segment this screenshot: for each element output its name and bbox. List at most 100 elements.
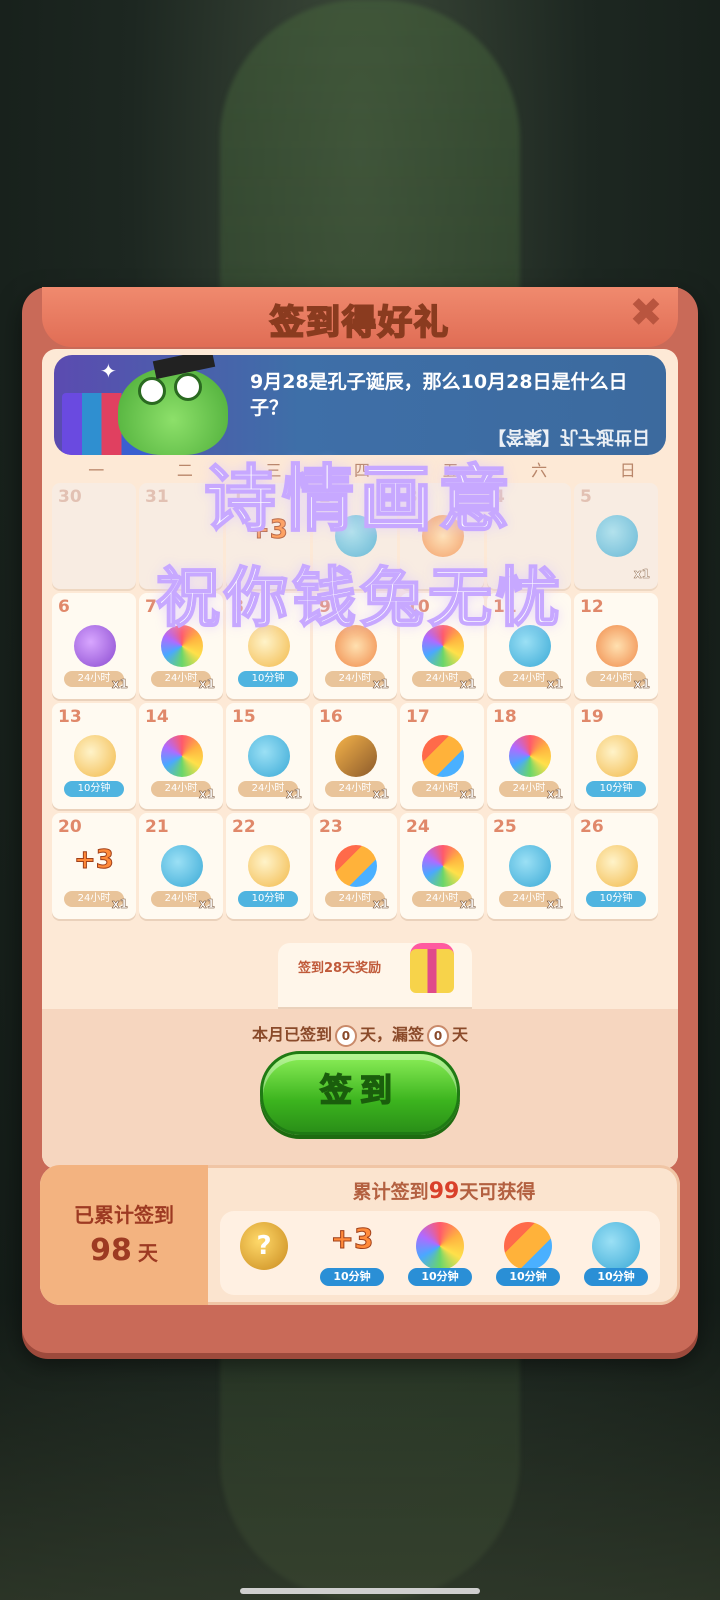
close-icon[interactable]: ✖ — [626, 293, 666, 333]
peacock-icon — [161, 625, 203, 667]
trivia-answer: 【答案】孔子逝世日 — [488, 426, 650, 447]
calendar-day-number: 23 — [319, 817, 343, 837]
dialog-title: 签到得好礼 — [269, 302, 450, 344]
calendar-day-cell[interactable]: 19 10分钟 — [574, 703, 658, 809]
reward-duration-tag: 10分钟 — [586, 891, 646, 907]
chick-icon — [596, 515, 638, 557]
cumulative-reward-item[interactable]: 10分钟 — [408, 1218, 472, 1288]
calendar-day-number: 18 — [493, 707, 517, 727]
calendar-day-number: 9 — [319, 597, 331, 617]
bottle-icon — [596, 845, 638, 887]
cumulative-summary: 已累计签到 98 天 — [40, 1165, 208, 1305]
calendar-day-cell[interactable]: 6 24小时 x1 — [52, 593, 136, 699]
calendar-day-cell[interactable]: 10 24小时 x1 — [400, 593, 484, 699]
calendar-day-number: 16 — [319, 707, 343, 727]
calendar-day-cell[interactable]: 4 — [487, 483, 571, 589]
calendar-day-number: 17 — [406, 707, 430, 727]
clock-icon — [422, 515, 464, 557]
calendar-day-number: 13 — [58, 707, 82, 727]
calendar-day-number: 6 — [58, 597, 70, 617]
cumulative-title-prefix: 累计签到 — [352, 1181, 429, 1203]
calendar-day-cell[interactable]: 5 x1 — [574, 483, 658, 589]
chick-icon — [509, 845, 551, 887]
calendar-day-cell[interactable]: 3 — [400, 483, 484, 589]
calendar-day-cell[interactable]: 22 10分钟 — [226, 813, 310, 919]
calendar-day-number: 4 — [493, 487, 505, 507]
cumulative-days-unit: 天 — [137, 1241, 158, 1265]
calendar-day-cell[interactable]: 31 — [139, 483, 223, 589]
calendar-day-number: 20 — [58, 817, 82, 837]
cumulative-reward-item[interactable]: ? — [232, 1218, 296, 1288]
reward-quantity: x1 — [198, 897, 216, 912]
calendar-day-number: 7 — [145, 597, 157, 617]
calendar-day-cell[interactable]: 7 24小时 x1 — [139, 593, 223, 699]
calendar-day-cell[interactable]: 24 24小时 x1 — [400, 813, 484, 919]
peacock-icon — [422, 625, 464, 667]
calendar-day-number: 22 — [232, 817, 256, 837]
calendar-day-number: 14 — [145, 707, 169, 727]
cumulative-reward-item[interactable]: 10分钟 — [584, 1218, 648, 1288]
peacock-icon — [509, 735, 551, 777]
chick-icon — [248, 735, 290, 777]
reward-quantity: x1 — [285, 787, 303, 802]
calendar-day-cell[interactable]: 25 24小时 x1 — [487, 813, 571, 919]
weekday-label: 六 — [531, 461, 548, 480]
calendar-day-number: 26 — [580, 817, 604, 837]
calendar-day-number: 21 — [145, 817, 169, 837]
calendar-day-cell[interactable]: 8 10分钟 — [226, 593, 310, 699]
calendar-day-cell[interactable]: 12 24小时 x1 — [574, 593, 658, 699]
reward-duration-tag: 10分钟 — [64, 781, 124, 797]
chick-icon — [592, 1222, 640, 1270]
sparkle-icon: ✦ — [100, 359, 117, 383]
rocket-icon — [335, 845, 377, 887]
calendar-day-cell[interactable]: 18 24小时 x1 — [487, 703, 571, 809]
calendar-day-cell[interactable]: 9 24小时 x1 — [313, 593, 397, 699]
cumulative-panel: 已累计签到 98 天 累计签到99天可获得 ? +3 10分钟 10分钟 10分钟 10分钟 — [40, 1165, 680, 1305]
calendar-day-cell[interactable]: 2 — [313, 483, 397, 589]
cumulative-reward-item[interactable]: +3 10分钟 — [320, 1218, 384, 1288]
calendar-day-cell[interactable]: 1 +3 — [226, 483, 310, 589]
calendar-day-cell[interactable]: 26 10分钟 — [574, 813, 658, 919]
calendar-day-number: 30 — [58, 487, 82, 507]
calendar-day-cell[interactable]: 16 24小时 x1 — [313, 703, 397, 809]
calendar-day-number: 1 — [232, 487, 244, 507]
reward-quantity: x1 — [546, 897, 564, 912]
calendar-day-number: 10 — [406, 597, 430, 617]
reward-quantity: x1 — [459, 897, 477, 912]
reward-quantity: x1 — [459, 677, 477, 692]
calendar-day-cell[interactable]: 14 24小时 x1 — [139, 703, 223, 809]
home-indicator[interactable] — [240, 1588, 480, 1594]
owl-icon — [74, 625, 116, 667]
calendar-day-cell[interactable]: 20 +3 24小时 x1 — [52, 813, 136, 919]
trivia-banner: ✦ 9月28是孔子诞辰，那么10月28日是什么日子？ 【答案】孔子逝世日 — [54, 355, 666, 455]
chick-icon — [509, 625, 551, 667]
calendar-day-cell[interactable]: 13 10分钟 — [52, 703, 136, 809]
frog-eye — [138, 377, 166, 405]
reward-quantity: x1 — [111, 897, 129, 912]
weekday-label: 一 — [88, 461, 105, 480]
reward-quantity: x1 — [372, 677, 390, 692]
calendar-day-cell[interactable]: 11 24小时 x1 — [487, 593, 571, 699]
cumulative-rewards: ? +3 10分钟 10分钟 10分钟 10分钟 — [220, 1211, 660, 1295]
chick-icon — [335, 515, 377, 557]
cumulative-title-suffix: 天可获得 — [459, 1181, 536, 1203]
calendar-day-cell[interactable]: 23 24小时 x1 — [313, 813, 397, 919]
weekday-label: 二 — [176, 461, 193, 480]
reward-duration-tag: 10分钟 — [496, 1268, 560, 1286]
day28-reward-label: 签到28天奖励 — [298, 961, 382, 976]
calendar-day-number: 2 — [319, 487, 331, 507]
cumulative-reward-item[interactable]: 10分钟 — [496, 1218, 560, 1288]
clock-icon — [596, 625, 638, 667]
signin-dialog: 签到得好礼 ✖ ✦ 9月28是孔子诞辰，那么10月28日是什么日子？ 【答案】孔… — [22, 287, 698, 1353]
calendar-day-cell[interactable]: 21 24小时 x1 — [139, 813, 223, 919]
calendar-day-cell[interactable]: 17 24小时 x1 — [400, 703, 484, 809]
rocket-icon — [504, 1222, 552, 1270]
calendar-day-cell[interactable]: 30 — [52, 483, 136, 589]
status-mid: 天，漏签 — [359, 1025, 424, 1044]
calendar-day-cell[interactable]: 15 24小时 x1 — [226, 703, 310, 809]
sign-in-button[interactable]: 签到 — [260, 1051, 460, 1135]
reward-duration-tag: 10分钟 — [238, 891, 298, 907]
peacock-icon — [161, 735, 203, 777]
day28-reward[interactable]: 签到28天奖励 — [278, 943, 472, 1007]
plus3-icon: +3 — [248, 515, 289, 546]
